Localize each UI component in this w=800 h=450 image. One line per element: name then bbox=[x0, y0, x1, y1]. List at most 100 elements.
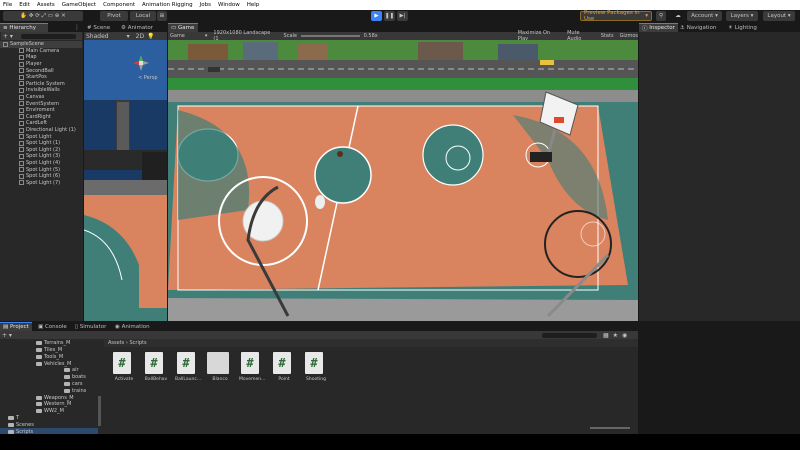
breadcrumb-scripts[interactable]: Scripts bbox=[129, 340, 146, 346]
step-button[interactable]: ▶| bbox=[397, 11, 408, 21]
tab-lighting[interactable]: ☀ Lighting bbox=[725, 23, 760, 32]
pause-button[interactable]: ❚❚ bbox=[384, 11, 395, 21]
menu-item-gameobject[interactable]: GameObject bbox=[62, 2, 96, 8]
orientation-gizmo-icon[interactable] bbox=[131, 53, 151, 73]
tab-console[interactable]: ▣ Console bbox=[35, 322, 70, 331]
hierarchy-item[interactable]: InvisibleWalls bbox=[0, 87, 82, 94]
asset-item[interactable]: Blanco bbox=[207, 352, 233, 382]
play-button[interactable]: ▶ bbox=[371, 11, 382, 21]
script-asset[interactable]: # BallLaunc... bbox=[175, 352, 201, 382]
hierarchy-item[interactable]: Spot Light (1) bbox=[0, 140, 82, 147]
menu-item-file[interactable]: File bbox=[3, 2, 12, 8]
script-asset[interactable]: # Activate bbox=[111, 352, 137, 382]
2d-toggle[interactable]: 2D bbox=[136, 33, 144, 40]
hierarchy-item[interactable]: Spot Light bbox=[0, 133, 82, 140]
scene-viewport[interactable] bbox=[84, 40, 167, 321]
project-folder-item[interactable]: Western_M bbox=[0, 401, 98, 408]
icon-size-slider[interactable] bbox=[590, 427, 630, 429]
more-options-icon[interactable]: ⋮ bbox=[74, 24, 80, 31]
gizmos-dropdown[interactable]: Gizmos bbox=[620, 33, 638, 39]
menu-item-jobs[interactable]: Jobs bbox=[200, 2, 211, 8]
tab-navigation[interactable]: ⚓ Navigation bbox=[677, 23, 719, 32]
hierarchy-item[interactable]: Spot Light (2) bbox=[0, 147, 82, 154]
account-dropdown[interactable]: Account ▾ bbox=[687, 11, 722, 21]
project-folder-item[interactable]: trains bbox=[0, 388, 98, 395]
menu-item-help[interactable]: Help bbox=[247, 2, 260, 8]
move-tool-icon[interactable]: ✥ bbox=[29, 13, 34, 19]
tab-inspector[interactable]: ⓘ Inspector bbox=[639, 23, 678, 32]
custom-tool-icon[interactable]: ✕ bbox=[61, 13, 66, 19]
game-viewport[interactable] bbox=[168, 40, 638, 321]
hierarchy-item[interactable]: Directional Light (1) bbox=[0, 127, 82, 134]
search-icon[interactable]: ⚲ bbox=[656, 11, 666, 21]
menu-item-component[interactable]: Component bbox=[103, 2, 135, 8]
favorite-icon[interactable]: ★ bbox=[613, 332, 618, 339]
menu-item-animation-rigging[interactable]: Animation Rigging bbox=[142, 2, 193, 8]
hierarchy-item[interactable]: SecondBall bbox=[0, 67, 82, 74]
hierarchy-item[interactable]: CardRight bbox=[0, 114, 82, 121]
project-folder-item[interactable]: Scenes bbox=[0, 422, 98, 429]
tab-animator[interactable]: ⚙ Animator bbox=[118, 23, 156, 32]
tab-simulator[interactable]: ▯ Simulator bbox=[72, 322, 109, 331]
project-folder-item[interactable]: boats bbox=[0, 374, 98, 381]
scene-root[interactable]: SampleScene bbox=[0, 41, 82, 48]
hierarchy-item[interactable]: StartPos bbox=[0, 74, 82, 81]
tab-animation[interactable]: ◉ Animation bbox=[112, 322, 153, 331]
hierarchy-item[interactable]: Spot Light (3) bbox=[0, 153, 82, 160]
rotate-tool-icon[interactable]: ⟳ bbox=[35, 13, 40, 19]
create-button[interactable]: + ▾ bbox=[2, 332, 12, 339]
hierarchy-item[interactable]: EventSystem bbox=[0, 100, 82, 107]
hierarchy-search-bar[interactable]: + ▾ bbox=[1, 32, 82, 40]
layout-dropdown[interactable]: Layout ▾ bbox=[763, 11, 795, 21]
hierarchy-item[interactable]: Spot Light (4) bbox=[0, 160, 82, 167]
project-folder-item[interactable]: Tools_M bbox=[0, 354, 98, 361]
hierarchy-item[interactable]: Main Camera bbox=[0, 48, 82, 55]
menu-item-window[interactable]: Window bbox=[218, 2, 240, 8]
project-folder-item[interactable]: Tiles_M bbox=[0, 347, 98, 354]
script-asset[interactable]: # BallBehav bbox=[143, 352, 169, 382]
hierarchy-item[interactable]: Spot Light (6) bbox=[0, 173, 82, 180]
cloud-icon[interactable]: ☁ bbox=[673, 11, 683, 21]
hierarchy-item[interactable]: Canvas bbox=[0, 94, 82, 101]
hierarchy-item[interactable]: CardLeft bbox=[0, 120, 82, 127]
hand-tool-icon[interactable]: ✋ bbox=[20, 13, 27, 19]
tab-scene[interactable]: # Scene bbox=[84, 23, 113, 32]
tab-hierarchy[interactable]: ≡ Hierarchy bbox=[0, 23, 48, 32]
hierarchy-item[interactable]: Player bbox=[0, 61, 82, 68]
menu-item-edit[interactable]: Edit bbox=[19, 2, 30, 8]
transform-tool-icon[interactable]: ⊕ bbox=[55, 13, 60, 19]
project-folder-item[interactable]: air bbox=[0, 367, 98, 374]
hierarchy-item[interactable]: Map bbox=[0, 54, 82, 61]
project-search-input[interactable] bbox=[541, 332, 597, 338]
display-chevron-icon[interactable]: ▾ bbox=[205, 33, 208, 39]
light-icon[interactable]: 💡 bbox=[147, 33, 154, 40]
project-folder-item[interactable]: Weapons_M bbox=[0, 394, 98, 401]
tab-game[interactable]: ▭ Game bbox=[168, 23, 198, 32]
hierarchy-search-input[interactable] bbox=[20, 33, 76, 39]
tab-project[interactable]: ▤ Project bbox=[0, 322, 32, 331]
menu-item-assets[interactable]: Assets bbox=[37, 2, 55, 8]
hierarchy-item[interactable]: Spot Light (5) bbox=[0, 166, 82, 173]
grid-snap-icon[interactable]: ⊞ bbox=[157, 11, 167, 21]
project-folder-item[interactable]: WW2_M bbox=[0, 408, 98, 415]
folder-tree-scrollbar[interactable] bbox=[98, 396, 101, 426]
layers-dropdown[interactable]: Layers ▾ bbox=[726, 11, 758, 21]
project-folder-item[interactable]: Vehicles_M bbox=[0, 360, 98, 367]
persp-label[interactable]: < Persp bbox=[138, 75, 158, 81]
project-folder-item[interactable]: cars bbox=[0, 381, 98, 388]
scale-slider[interactable] bbox=[301, 35, 360, 37]
stats-toggle[interactable]: Stats bbox=[601, 33, 614, 39]
scale-tool-icon[interactable]: ⤢ bbox=[42, 13, 46, 20]
display-dropdown[interactable]: Game bbox=[170, 33, 185, 39]
shading-dropdown[interactable]: Shaded bbox=[86, 33, 109, 40]
preview-packages-badge[interactable]: Preview Packages in Use ▾ bbox=[580, 10, 652, 22]
project-folder-item[interactable]: Terrains_M bbox=[0, 340, 98, 347]
project-folder-item[interactable]: T bbox=[0, 415, 98, 422]
eye-icon[interactable]: ◉ bbox=[622, 332, 627, 339]
pivot-toggle[interactable]: Pivot bbox=[100, 11, 128, 21]
hierarchy-item[interactable]: Particle System bbox=[0, 81, 82, 88]
transform-tools[interactable]: ✋ ✥ ⟳ ⤢ ▭ ⊕ ✕ bbox=[3, 11, 83, 21]
script-asset[interactable]: # Movemen... bbox=[239, 352, 265, 382]
local-toggle[interactable]: Local bbox=[130, 11, 156, 21]
script-asset[interactable]: # Point bbox=[271, 352, 297, 382]
